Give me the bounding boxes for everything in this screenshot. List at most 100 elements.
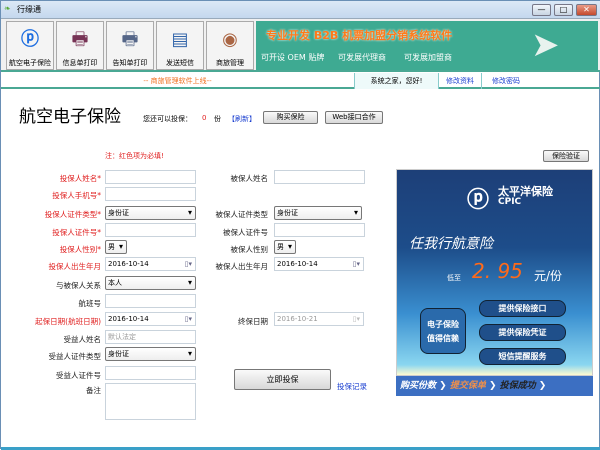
remarks-textarea[interactable] xyxy=(105,383,196,420)
insured-birth-date-picker[interactable]: 2016-10-14 ▯▾ xyxy=(274,257,364,271)
ad-feature: 提供保险凭证 xyxy=(479,324,566,341)
insurance-records-link[interactable]: 投保记录 xyxy=(337,381,367,392)
title-bar: ❧ 行缘通 — □ ✕ xyxy=(1,1,600,19)
beneficiary-id-type-label: 受益人证件类型 xyxy=(48,352,102,361)
insured-id-input[interactable] xyxy=(274,223,365,237)
date-value: 2016-10-14 xyxy=(277,260,318,268)
applicant-id-label: 投保人证件号* xyxy=(52,228,101,237)
cpic-logo-icon: ⓟ xyxy=(21,29,39,50)
window-title: 行缘通 xyxy=(17,5,41,14)
remarks-label: 备注 xyxy=(86,386,101,395)
ad-feature: 提供保险接口 xyxy=(479,300,566,317)
refresh-link[interactable]: 【刷新】 xyxy=(228,114,256,124)
verify-insurance-button[interactable]: 保险验证 xyxy=(543,150,589,162)
banner-headline: 专业开发 B2B 机票加盟分销系统软件 xyxy=(266,29,453,42)
banner-item: 可发展代理商 xyxy=(338,53,386,62)
page-title: 航空电子保险 xyxy=(19,107,121,127)
printer-icon: 🖶 xyxy=(71,29,89,50)
unit-label: 份 xyxy=(214,115,221,123)
ad-slogan: 任我行航意险 xyxy=(409,236,493,252)
ad-brand-en: CPIC xyxy=(498,197,522,207)
flight-input[interactable] xyxy=(105,294,196,308)
toolbar-travel-button[interactable]: ◉ 商旅管理 xyxy=(206,21,254,70)
banner-item: 可开设 OEM 贴牌 xyxy=(261,53,325,62)
minimize-button[interactable]: — xyxy=(532,4,551,16)
relation-select[interactable]: 本人 xyxy=(105,276,196,290)
close-button[interactable]: ✕ xyxy=(576,4,597,16)
calendar-icon: ▯▾ xyxy=(352,315,360,323)
end-date-picker: 2016-10-21 ▯▾ xyxy=(274,312,364,326)
beneficiary-name-label: 受益人姓名 xyxy=(63,335,102,344)
required-note: 注：红色项为必填! xyxy=(105,152,164,160)
toolbar: ⓟ 航空电子保险 🖶 信息单打印 🖶 告知单打印 ▤ 发送短信 ◉ 商旅管理 专业开发 B… xyxy=(1,19,600,72)
insured-birth-label: 被保人出生年月 xyxy=(215,262,269,271)
toolbar-label: 航空电子保险 xyxy=(9,59,51,67)
paper-plane-icon: ➤ xyxy=(531,25,560,65)
insured-id-label: 被保人证件号 xyxy=(223,228,268,237)
cpic-logo-icon: ⓟ xyxy=(467,188,490,213)
ad-feature: 短信提醒服务 xyxy=(479,348,566,365)
toolbar-info-print-button[interactable]: 🖶 信息单打印 xyxy=(56,21,104,70)
applicant-birth-label: 投保人出生年月 xyxy=(48,262,102,271)
date-value: 2016-10-14 xyxy=(108,260,149,268)
toolbar-label: 告知单打印 xyxy=(112,59,148,67)
submit-insurance-button[interactable]: 立即投保 xyxy=(234,369,331,390)
applicant-gender-select[interactable]: 男 xyxy=(105,240,127,254)
ad-price-prefix: 低至 xyxy=(447,274,461,282)
chevron-right-icon: ❯ xyxy=(535,381,547,391)
buy-insurance-button[interactable]: 购买保险 xyxy=(263,111,318,124)
status-strip: -- 商旅管理软件上线-- 系统之家，您好! 修改资料 修改密码 xyxy=(1,73,600,89)
travel-disc-icon: ◉ xyxy=(222,29,238,50)
message-icon: ▤ xyxy=(171,29,189,50)
notice-text[interactable]: -- 商旅管理软件上线-- xyxy=(1,73,354,89)
ad-step: 购买份数 xyxy=(400,381,437,391)
ad-step: 提交保单 xyxy=(449,381,486,391)
date-value: 2016-10-21 xyxy=(277,315,318,323)
relation-label: 与被保人关系 xyxy=(56,281,101,290)
ad-price-unit: 元/份 xyxy=(534,269,563,283)
insured-name-label: 被保人姓名 xyxy=(230,174,269,183)
date-value: 2016-10-14 xyxy=(108,315,149,323)
web-api-button[interactable]: Web接口合作 xyxy=(325,111,383,124)
beneficiary-id-input[interactable] xyxy=(105,366,196,380)
edit-profile-link[interactable]: 修改资料 xyxy=(438,73,481,89)
beneficiary-id-label: 受益人证件号 xyxy=(56,371,101,380)
start-date-label: 起保日期(航班日期) xyxy=(35,317,101,326)
calendar-icon[interactable]: ▯▾ xyxy=(353,258,360,270)
toolbar-label: 信息单打印 xyxy=(62,59,98,67)
trust-line: 值得信赖 xyxy=(427,334,459,343)
end-date-label: 终保日期 xyxy=(238,317,268,326)
ad-price: 2. 95 xyxy=(472,259,523,283)
insured-name-input[interactable] xyxy=(274,170,365,184)
toolbar-label: 商旅管理 xyxy=(216,59,244,67)
toolbar-label: 发送短信 xyxy=(166,59,194,67)
app-icon: ❧ xyxy=(4,4,11,13)
insured-gender-select[interactable]: 男 xyxy=(274,240,296,254)
remaining-label: 您还可以投保： xyxy=(143,115,192,123)
chevron-right-icon: ❯ xyxy=(485,381,500,391)
toolbar-insurance-button[interactable]: ⓟ 航空电子保险 xyxy=(6,21,54,70)
insured-id-type-label: 被保人证件类型 xyxy=(215,210,269,219)
maximize-button[interactable]: □ xyxy=(554,4,573,16)
ad-banner[interactable]: 专业开发 B2B 机票加盟分销系统软件 可开设 OEM 贴牌 可发展代理商 可发… xyxy=(256,21,598,70)
trust-badge: 电子保险 值得信赖 xyxy=(420,308,466,354)
change-password-link[interactable]: 修改密码 xyxy=(481,73,599,89)
beneficiary-id-type-select[interactable]: 身份证 xyxy=(105,347,196,361)
applicant-name-label: 投保人姓名* xyxy=(59,174,101,183)
remaining-count: 0 xyxy=(202,114,207,122)
banner-item: 可发展加盟商 xyxy=(404,53,452,62)
applicant-phone-label: 投保人手机号* xyxy=(52,191,101,200)
cpic-ad[interactable]: ⓟ 太平洋保险 CPIC 任我行航意险 低至 2. 95 元/份 电子保险 值得信… xyxy=(396,169,593,376)
insured-id-type-select[interactable]: 身份证 xyxy=(274,206,362,220)
toolbar-notice-print-button[interactable]: 🖶 告知单打印 xyxy=(106,21,154,70)
applicant-id-type-label: 投保人证件类型* xyxy=(44,210,101,219)
trust-line: 电子保险 xyxy=(427,320,459,329)
applicant-phone-input[interactable] xyxy=(105,187,196,201)
ad-step: 投保成功 xyxy=(499,381,536,391)
toolbar-sms-button[interactable]: ▤ 发送短信 xyxy=(156,21,204,70)
beneficiary-name-input[interactable]: 默认法定 xyxy=(105,330,196,344)
insured-gender-label: 被保人性别 xyxy=(230,245,269,254)
flight-label: 航班号 xyxy=(78,299,102,308)
printer-paper-icon: 🖶 xyxy=(121,29,139,50)
greeting: 系统之家，您好! xyxy=(354,73,438,89)
